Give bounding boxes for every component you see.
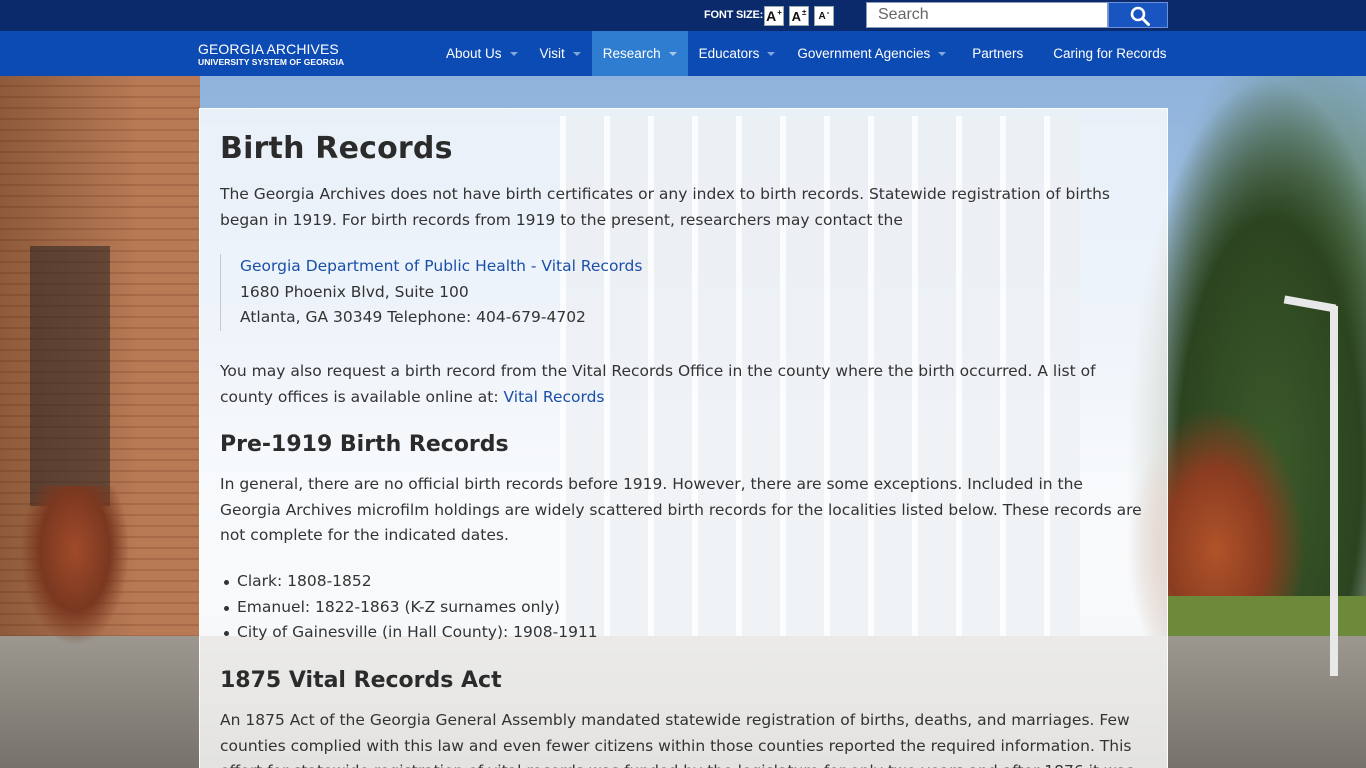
chevron-down-icon <box>509 52 518 56</box>
nav-item-partners[interactable]: Partners <box>957 31 1038 76</box>
chevron-down-icon <box>668 52 677 56</box>
nav-item-caring-for-records[interactable]: Caring for Records <box>1038 31 1177 76</box>
nav-item-visit[interactable]: Visit <box>529 31 592 76</box>
act-1875-heading: 1875 Vital Records Act <box>220 668 502 693</box>
chevron-down-icon <box>767 52 776 56</box>
list-item: Clark: 1808-1852 <box>224 569 598 595</box>
chevron-down-icon <box>572 52 581 56</box>
nav-item-research[interactable]: Research <box>591 31 688 76</box>
list-item: City of Gainesville (in Hall County): 19… <box>224 620 598 646</box>
address-block: Georgia Department of Public Health - Vi… <box>220 254 642 331</box>
nav-item-about-us[interactable]: About Us <box>435 31 529 76</box>
address-line-2: Atlanta, GA 30349 Telephone: 404-679-470… <box>240 308 586 326</box>
chevron-down-icon <box>938 52 947 56</box>
utility-bar: FONT SIZE: A + A ± A- <box>0 0 1366 31</box>
search-button[interactable] <box>1108 2 1168 28</box>
nav-item-educators[interactable]: Educators <box>688 31 787 76</box>
site-logo[interactable]: GEORGIA ARCHIVES UNIVERSITY SYSTEM OF GE… <box>198 41 345 68</box>
search-input[interactable] <box>866 2 1108 28</box>
locality-list: Clark: 1808-1852 Emanuel: 1822-1863 (K-Z… <box>224 569 598 646</box>
page-title: Birth Records <box>220 131 453 166</box>
font-size-reset-button[interactable]: A ± <box>789 6 809 26</box>
nav-item-government-agencies[interactable]: Government Agencies <box>786 31 957 76</box>
pre-1919-heading: Pre-1919 Birth Records <box>220 432 509 457</box>
public-health-vital-records-link[interactable]: Georgia Department of Public Health - Vi… <box>240 257 642 275</box>
act-1875-paragraph: An 1875 Act of the Georgia General Assem… <box>220 711 1134 768</box>
main-navbar: GEORGIA ARCHIVES UNIVERSITY SYSTEM OF GE… <box>0 31 1366 76</box>
county-paragraph: You may also request a birth record from… <box>220 362 1096 406</box>
address-line-1: 1680 Phoenix Blvd, Suite 100 <box>240 282 469 301</box>
search-icon <box>1130 6 1150 26</box>
site-name: GEORGIA ARCHIVES <box>198 41 339 57</box>
font-size-increase-button[interactable]: A + <box>764 6 784 26</box>
font-size-label: FONT SIZE: <box>704 9 764 21</box>
font-size-decrease-button[interactable]: A- <box>814 6 834 26</box>
nav-menu: About Us Visit Research Educators Govern… <box>435 31 1178 76</box>
list-item: Emanuel: 1822-1863 (K-Z surnames only) <box>224 595 598 621</box>
vital-records-link[interactable]: Vital Records <box>504 388 605 406</box>
content-panel: Birth Records The Georgia Archives does … <box>199 108 1168 768</box>
pre-1919-paragraph: In general, there are no official birth … <box>220 475 1142 544</box>
intro-paragraph: The Georgia Archives does not have birth… <box>220 185 1110 229</box>
site-subtitle: UNIVERSITY SYSTEM OF GEORGIA <box>198 57 345 67</box>
